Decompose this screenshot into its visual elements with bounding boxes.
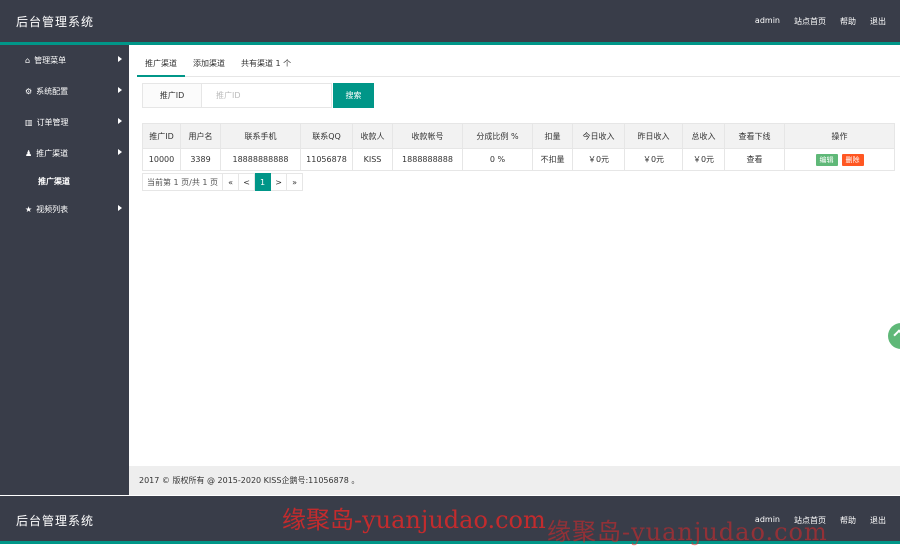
cell-deduction: 不扣量 xyxy=(532,148,573,171)
chevron-right-icon xyxy=(118,56,122,62)
sidebar-item-label: 系统配置 xyxy=(36,87,69,96)
chevron-right-icon xyxy=(118,205,122,211)
chart-icon: ▥ xyxy=(25,118,33,127)
sidebar-subitem-promotion-channels[interactable]: 推广渠道 xyxy=(0,169,129,194)
cell-qq: 11056878 xyxy=(300,148,353,171)
column-header: 今日收入 xyxy=(572,123,625,149)
cell-total-income: ￥0元 xyxy=(682,148,725,171)
chevron-right-icon xyxy=(118,87,122,93)
page-info: 当前第 1 页/共 1 页 xyxy=(142,173,224,191)
cell-id: 10000 xyxy=(142,148,181,171)
sidebar-item-label: 管理菜单 xyxy=(34,56,67,65)
search-row: 推广ID 搜索 xyxy=(142,83,374,108)
delete-button[interactable]: 删除 xyxy=(841,153,864,166)
column-header: 总收入 xyxy=(682,123,725,149)
channel-count: 共有渠道 1 个 xyxy=(241,59,292,68)
column-header: 推广ID xyxy=(142,123,181,149)
column-header: 联系手机 xyxy=(220,123,301,149)
header-help-link[interactable]: 帮助 xyxy=(840,16,856,27)
cell-account: 1888888888 xyxy=(392,148,463,171)
cell-yesterday-income: ￥0元 xyxy=(624,148,683,171)
main-content: 推广渠道 添加渠道 共有渠道 1 个 推广ID 搜索 推广ID 用户名 联系手机… xyxy=(129,45,900,495)
column-header: 收款人 xyxy=(352,123,393,149)
column-header: 操作 xyxy=(784,123,895,149)
header-user-link[interactable]: admin xyxy=(755,16,780,27)
app-title-duplicate: 后台管理系统 xyxy=(16,514,95,528)
column-header: 扣量 xyxy=(532,123,573,149)
sidebar-item-promotion[interactable]: ♟ 推广渠道 xyxy=(0,138,129,169)
column-header: 用户名 xyxy=(180,123,221,149)
search-button[interactable]: 搜索 xyxy=(333,83,374,108)
column-header: 收款帐号 xyxy=(392,123,463,149)
cell-actions: 编辑 删除 xyxy=(784,148,895,171)
cell-username: 3389 xyxy=(180,148,221,171)
column-header: 昨日收入 xyxy=(624,123,683,149)
sidebar-item-menu[interactable]: ⌂ 管理菜单 xyxy=(0,45,129,76)
sidebar-item-label: 视频列表 xyxy=(36,205,69,214)
cell-payee: KISS xyxy=(352,148,393,171)
user-icon: ♟ xyxy=(25,149,33,158)
tab-add-channel[interactable]: 添加渠道 xyxy=(185,55,233,77)
edit-button[interactable]: 编辑 xyxy=(815,153,838,166)
sidebar: ⌂ 管理菜单 ⚙ 系统配置 ▥ 订单管理 ♟ 推广渠道 推广渠道 ★ 视频列表 xyxy=(0,45,129,495)
header-nav: admin 站点首页 帮助 退出 xyxy=(755,16,886,27)
pagination: 当前第 1 页/共 1 页 « < 1 > » xyxy=(142,173,304,191)
cell-share-ratio: 0 % xyxy=(462,148,533,171)
column-header: 联系QQ xyxy=(300,123,353,149)
view-downline-link[interactable]: 查看 xyxy=(724,148,785,171)
header-logout-link[interactable]: 退出 xyxy=(870,515,886,526)
cell-phone: 18888888888 xyxy=(220,148,301,171)
column-header: 分成比例 % xyxy=(462,123,533,149)
header-home-link[interactable]: 站点首页 xyxy=(794,16,826,27)
sidebar-item-videos[interactable]: ★ 视频列表 xyxy=(0,194,129,225)
channel-table: 推广ID 用户名 联系手机 联系QQ 收款人 收款帐号 分成比例 % 扣量 今日… xyxy=(142,123,895,171)
home-icon: ⌂ xyxy=(25,56,31,65)
last-page-button[interactable]: » xyxy=(287,173,304,191)
top-header: 后台管理系统 admin 站点首页 帮助 退出 xyxy=(0,0,900,42)
sidebar-item-orders[interactable]: ▥ 订单管理 xyxy=(0,107,129,138)
current-page-button[interactable]: 1 xyxy=(255,173,272,191)
star-icon: ★ xyxy=(25,205,33,214)
tab-bar: 推广渠道 添加渠道 共有渠道 1 个 xyxy=(137,55,900,77)
watermark: 缘聚岛-yuanjudao.com xyxy=(282,506,546,534)
prev-page-button[interactable]: < xyxy=(239,173,256,191)
first-page-button[interactable]: « xyxy=(223,173,240,191)
search-label: 推广ID xyxy=(142,83,202,108)
tab-channel-list[interactable]: 推广渠道 xyxy=(137,55,185,77)
chevron-right-icon xyxy=(118,149,122,155)
cell-today-income: ￥0元 xyxy=(572,148,625,171)
header-help-link[interactable]: 帮助 xyxy=(840,515,856,526)
table-header-row: 推广ID 用户名 联系手机 联系QQ 收款人 收款帐号 分成比例 % 扣量 今日… xyxy=(142,123,895,149)
next-page-button[interactable]: > xyxy=(271,173,288,191)
column-header: 查看下线 xyxy=(724,123,785,149)
floating-action-button[interactable] xyxy=(888,323,900,349)
gears-icon: ⚙ xyxy=(25,87,33,96)
chevron-right-icon xyxy=(118,118,122,124)
sidebar-item-label: 订单管理 xyxy=(36,118,69,127)
footer: 2017 © 版权所有 @ 2015-2020 KISS企鹅号:11056878… xyxy=(129,466,900,495)
watermark-faint: 缘聚岛-yuanjudao.com xyxy=(547,518,828,546)
search-input[interactable] xyxy=(202,83,332,108)
app-title: 后台管理系统 xyxy=(16,15,95,29)
sidebar-item-system-config[interactable]: ⚙ 系统配置 xyxy=(0,76,129,107)
sidebar-item-label: 推广渠道 xyxy=(36,149,69,158)
table-row: 10000 3389 18888888888 11056878 KISS 188… xyxy=(142,148,895,171)
header-logout-link[interactable]: 退出 xyxy=(870,16,886,27)
